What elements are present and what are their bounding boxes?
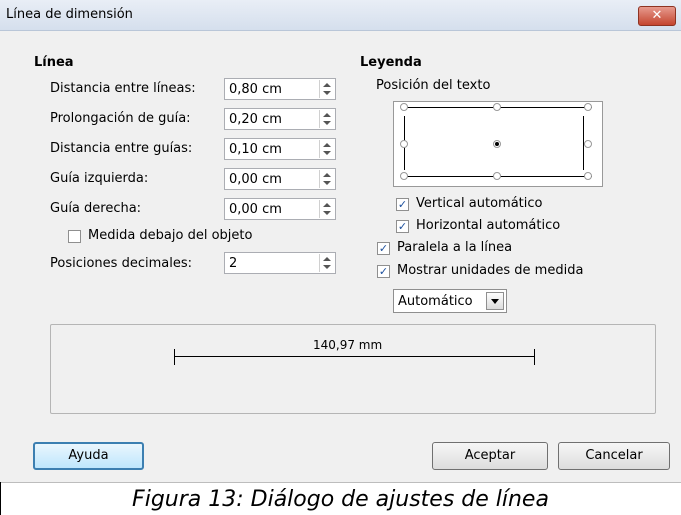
close-button[interactable]: ✕ [638, 6, 676, 26]
guide-distance-spinbox[interactable]: 0,10 cm [224, 138, 336, 160]
below-object-label: Medida debajo del objeto [88, 228, 253, 243]
show-units-checkbox[interactable]: ✓ [377, 265, 390, 278]
position-radio-bottom-right[interactable] [584, 172, 592, 180]
dimension-line-dialog: Línea de dimensión ✕ Línea Distancia ent… [0, 0, 681, 483]
right-guide-spinbox[interactable]: 0,00 cm [224, 198, 336, 220]
horizontal-auto-label: Horizontal automático [416, 218, 561, 233]
position-radio-middle-right[interactable] [584, 140, 592, 148]
window-title: Línea de dimensión [6, 7, 133, 22]
checkmark-icon: ✓ [378, 265, 389, 278]
position-radio-top-right[interactable] [584, 103, 592, 111]
dimension-preview: 140,97 mm [50, 324, 656, 414]
checkmark-icon: ✓ [397, 220, 408, 233]
position-radio-top-center[interactable] [493, 103, 501, 111]
arrow-up-icon[interactable] [323, 203, 331, 207]
legend-section-heading: Leyenda [360, 55, 422, 70]
right-guide-label: Guía derecha: [50, 201, 142, 216]
left-guide-spinbox[interactable]: 0,00 cm [224, 168, 336, 190]
arrow-up-icon[interactable] [323, 143, 331, 147]
vertical-auto-checkbox[interactable]: ✓ [396, 198, 409, 211]
title-bar: Línea de dimensión ✕ [0, 0, 681, 31]
decimal-places-value[interactable]: 2 [229, 256, 237, 271]
text-position-label: Posición del texto [376, 78, 491, 93]
show-units-label: Mostrar unidades de medida [397, 263, 584, 278]
spin-buttons[interactable] [319, 80, 334, 98]
help-button[interactable]: Ayuda [33, 442, 144, 470]
decimal-places-spinbox[interactable]: 2 [224, 252, 336, 274]
below-object-checkbox[interactable] [68, 230, 81, 243]
preview-measure-text: 140,97 mm [313, 338, 383, 352]
unit-select-value[interactable]: Automático [398, 294, 473, 309]
guide-overhang-label: Prolongación de guía: [50, 111, 191, 126]
arrow-down-icon[interactable] [323, 91, 331, 95]
horizontal-auto-checkbox[interactable]: ✓ [396, 220, 409, 233]
arrow-down-icon[interactable] [323, 181, 331, 185]
arrow-down-icon[interactable] [323, 121, 331, 125]
arrow-up-icon[interactable] [323, 113, 331, 117]
position-radio-middle-left[interactable] [400, 140, 408, 148]
position-radio-bottom-left[interactable] [400, 172, 408, 180]
vertical-auto-label: Vertical automático [416, 196, 543, 211]
guide-distance-value[interactable]: 0,10 cm [229, 142, 282, 157]
figure-caption: Figura 13: Diálogo de ajustes de línea [132, 487, 549, 512]
guide-overhang-value[interactable]: 0,20 cm [229, 112, 282, 127]
preview-right-guide [534, 349, 535, 365]
checkmark-icon: ✓ [397, 198, 408, 211]
guide-overhang-spinbox[interactable]: 0,20 cm [224, 108, 336, 130]
position-radio-center[interactable] [493, 140, 501, 148]
spin-buttons[interactable] [319, 110, 334, 128]
chevron-down-icon[interactable] [486, 292, 504, 310]
position-radio-bottom-center[interactable] [493, 172, 501, 180]
spin-buttons[interactable] [319, 200, 334, 218]
spin-buttons[interactable] [319, 140, 334, 158]
preview-dimension-line [174, 356, 535, 357]
line-section-heading: Línea [34, 55, 74, 70]
text-position-selector [393, 101, 603, 187]
left-guide-value[interactable]: 0,00 cm [229, 172, 282, 187]
parallel-to-line-label: Paralela a la línea [397, 240, 513, 255]
arrow-down-icon[interactable] [323, 211, 331, 215]
arrow-up-icon[interactable] [323, 173, 331, 177]
right-guide-value[interactable]: 0,00 cm [229, 202, 282, 217]
checkmark-icon: ✓ [378, 242, 389, 255]
guide-distance-label: Distancia entre guías: [50, 141, 193, 156]
close-icon[interactable]: ✕ [652, 8, 663, 23]
arrow-down-icon[interactable] [323, 151, 331, 155]
arrow-down-icon[interactable] [323, 265, 331, 269]
cancel-button[interactable]: Cancelar [558, 442, 670, 470]
unit-select[interactable]: Automático [393, 289, 507, 313]
arrow-up-icon[interactable] [323, 257, 331, 261]
ok-button[interactable]: Aceptar [432, 442, 548, 470]
spin-buttons[interactable] [319, 254, 334, 272]
decimal-places-label: Posiciones decimales: [50, 256, 192, 271]
line-distance-spinbox[interactable]: 0,80 cm [224, 78, 336, 100]
parallel-to-line-checkbox[interactable]: ✓ [377, 242, 390, 255]
spin-buttons[interactable] [319, 170, 334, 188]
arrow-up-icon[interactable] [323, 83, 331, 87]
line-distance-label: Distancia entre líneas: [50, 81, 196, 96]
line-distance-value[interactable]: 0,80 cm [229, 82, 282, 97]
preview-left-guide [174, 349, 175, 365]
left-guide-label: Guía izquierda: [50, 171, 149, 186]
position-radio-top-left[interactable] [400, 103, 408, 111]
